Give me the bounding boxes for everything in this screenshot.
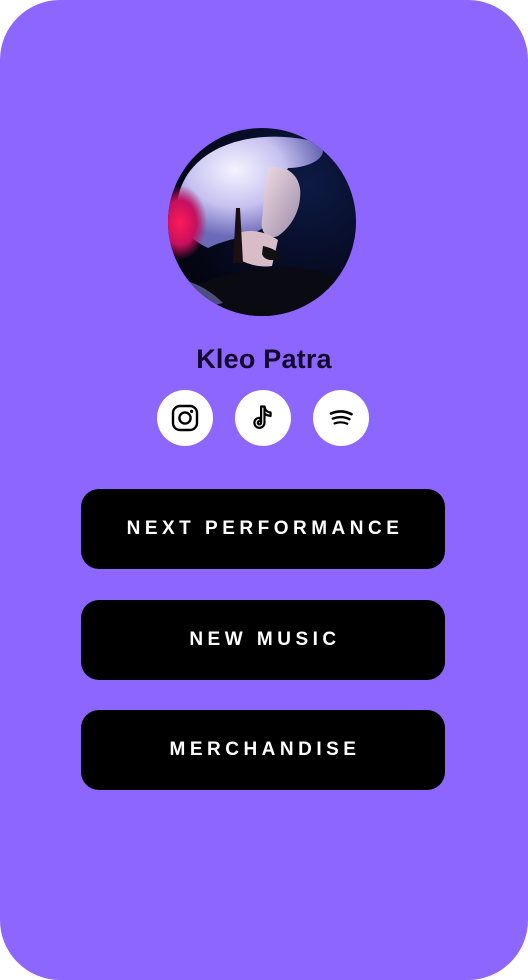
tiktok-icon — [253, 405, 272, 429]
profile-name: Kleo Patra — [196, 344, 332, 374]
new-music-button[interactable]: NEW MUSIC — [81, 600, 445, 680]
tiktok-link[interactable] — [235, 390, 291, 446]
spotify-link[interactable] — [313, 390, 369, 446]
social-links — [0, 390, 528, 446]
merchandise-button[interactable]: MERCHANDISE — [81, 710, 445, 790]
next-performance-button[interactable]: NEXT PERFORMANCE — [81, 489, 445, 569]
link-in-bio-page: Kleo Patra NEXT PERFORMANCE NEW MUSIC ME… — [0, 0, 528, 980]
instagram-link[interactable] — [157, 390, 213, 446]
instagram-icon — [171, 404, 199, 432]
avatar-photo — [168, 128, 356, 316]
spotify-icon — [329, 410, 353, 425]
avatar — [168, 128, 356, 316]
